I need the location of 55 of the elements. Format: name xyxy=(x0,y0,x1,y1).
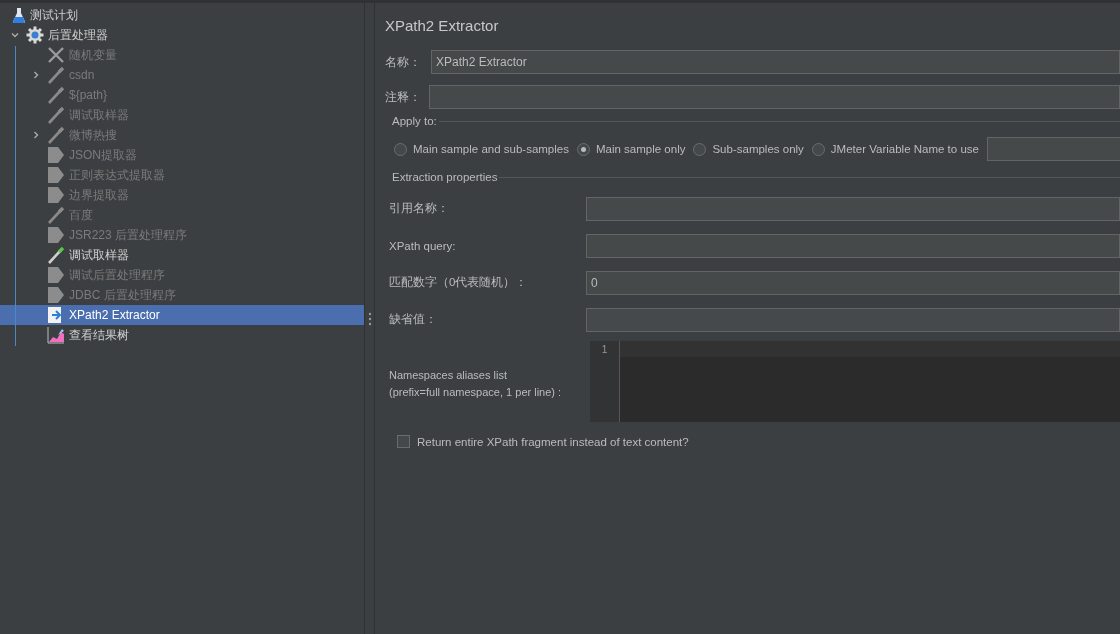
pipette-icon xyxy=(47,106,65,124)
tree-label: 测试计划 xyxy=(30,6,78,24)
crossed-tools-icon xyxy=(47,46,65,64)
radio-option[interactable]: JMeter Variable Name to use xyxy=(811,142,979,156)
tree-item[interactable]: 调试取样器 xyxy=(0,245,364,265)
tree-label: 后置处理器 xyxy=(48,26,108,44)
tree-item[interactable]: XPath2 Extractor xyxy=(0,305,364,325)
radio-option[interactable]: Sub-samples only xyxy=(693,142,804,156)
field-label: 引用名称： xyxy=(389,201,450,216)
chart-icon xyxy=(47,326,65,344)
tree-label: 微博热搜 xyxy=(69,126,117,144)
tree-label: XPath2 Extractor xyxy=(69,308,160,322)
tree-item[interactable]: 后置处理器 xyxy=(0,25,364,45)
tag-page-icon xyxy=(47,146,65,164)
tree-item[interactable]: 查看结果树 xyxy=(0,325,364,345)
radio-option[interactable]: Main sample and sub-samples xyxy=(394,142,569,156)
field-label: 匹配数字（0代表随机）： xyxy=(389,275,529,290)
chevron-down-icon[interactable] xyxy=(10,30,20,40)
variable-name-field[interactable] xyxy=(986,137,1120,161)
pipette-icon xyxy=(47,86,65,104)
comment-field[interactable] xyxy=(429,85,1120,109)
line-number: 1 xyxy=(601,344,608,355)
pipette-icon xyxy=(47,66,65,84)
comment-label: 注释： xyxy=(385,88,422,106)
code-editor[interactable]: 1 xyxy=(590,341,1120,422)
tag-page-icon xyxy=(47,266,65,284)
flask-icon xyxy=(12,7,26,23)
tree-label: ${path} xyxy=(69,88,108,102)
field-label: 缺省值： xyxy=(389,312,438,327)
tree-label: 百度 xyxy=(69,206,93,224)
text-field[interactable]: 0 xyxy=(586,270,1120,295)
tag-page-icon xyxy=(47,226,65,244)
name-label: 名称： xyxy=(385,53,422,71)
radio-option[interactable]: Main sample only xyxy=(576,142,686,156)
tree-item[interactable]: 测试计划 xyxy=(0,5,364,25)
field-label: Namespaces aliases list (prefix=full namespace, 1 per line) : xyxy=(389,367,563,400)
pipette-icon xyxy=(47,126,65,144)
panel-title: XPath2 Extractor xyxy=(385,17,500,36)
group-title: Apply to: xyxy=(392,115,437,127)
tree-label: 调试取样器 xyxy=(69,246,129,264)
tree-label: csdn xyxy=(69,68,95,82)
pipette-icon xyxy=(47,206,65,224)
splitter-handle-icon[interactable] xyxy=(367,311,372,326)
tag-page-icon xyxy=(47,166,65,184)
name-field[interactable]: XPath2 Extractor xyxy=(431,50,1120,74)
text-field[interactable] xyxy=(586,307,1120,332)
checkbox-option[interactable]: Return entire XPath fragment instead of text content? xyxy=(397,435,1120,448)
gear-icon xyxy=(26,26,44,44)
tree-label: 查看结果树 xyxy=(69,326,129,344)
field-label: XPath query: xyxy=(389,239,457,252)
group-title: Extraction properties xyxy=(392,171,498,183)
text-field[interactable] xyxy=(586,196,1120,221)
tag-page-icon xyxy=(47,186,65,204)
text-field[interactable] xyxy=(586,233,1120,258)
pipette-icon xyxy=(47,246,65,264)
